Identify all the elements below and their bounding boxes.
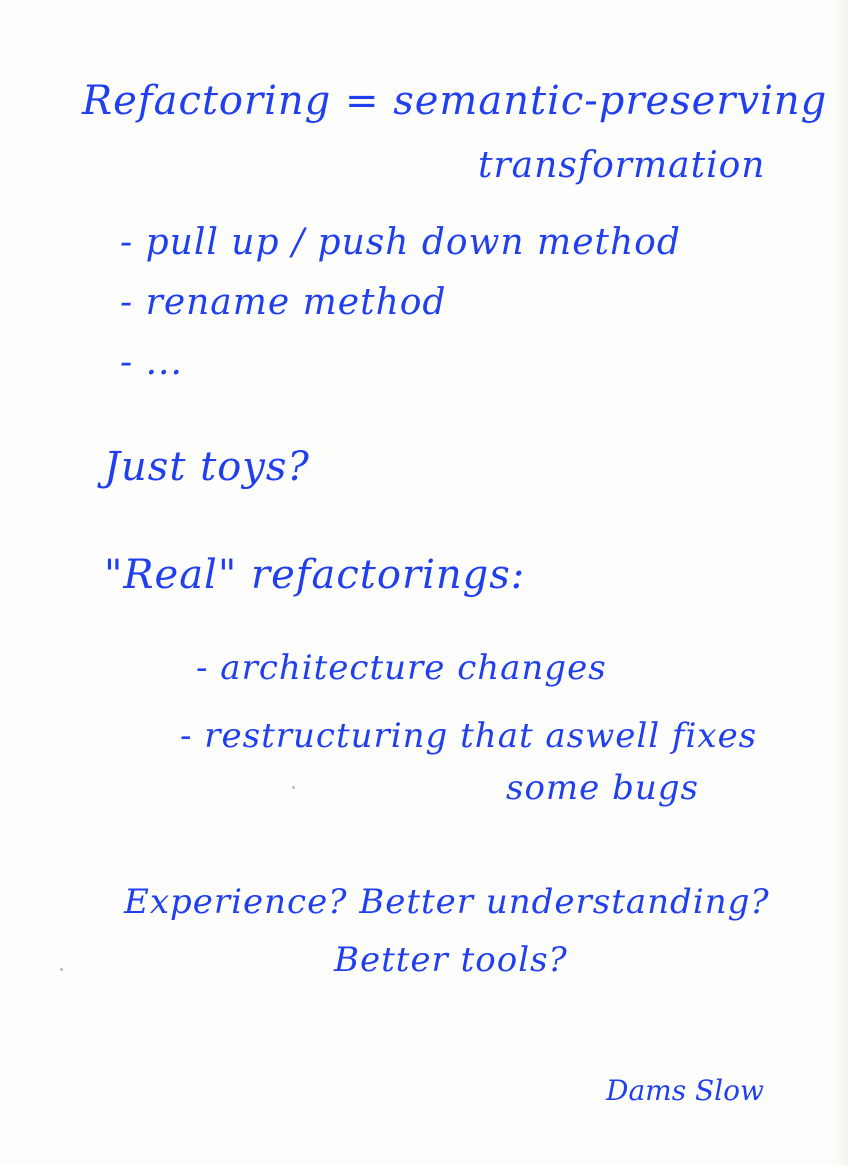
handwritten-signature: Dams Slow <box>606 1074 764 1107</box>
bullet-rename-method: - rename method <box>120 282 447 323</box>
paper-edge-shadow <box>830 0 848 1165</box>
bullet-ellipsis: - ... <box>120 342 183 383</box>
ink-speck <box>60 968 63 971</box>
closing-questions-line-2: Better tools? <box>334 940 568 980</box>
sub-bullet-restructuring: - restructuring that aswell fixes <box>180 716 758 756</box>
title-line-2: transformation <box>478 145 766 186</box>
closing-questions-line-1: Experience? Better understanding? <box>124 882 770 922</box>
paper-page: Refactoring = semantic-preserving transf… <box>0 0 848 1165</box>
question-just-toys: Just toys? <box>104 444 310 490</box>
title-line-1: Refactoring = semantic-preserving <box>82 78 828 124</box>
heading-real-refactorings: "Real" refactorings: <box>104 552 526 598</box>
sub-bullet-restructuring-continued: some bugs <box>506 768 699 808</box>
sub-bullet-architecture-changes: - architecture changes <box>196 648 607 688</box>
bullet-pull-up-push-down: - pull up / push down method <box>120 222 681 263</box>
ink-speck <box>292 786 295 789</box>
